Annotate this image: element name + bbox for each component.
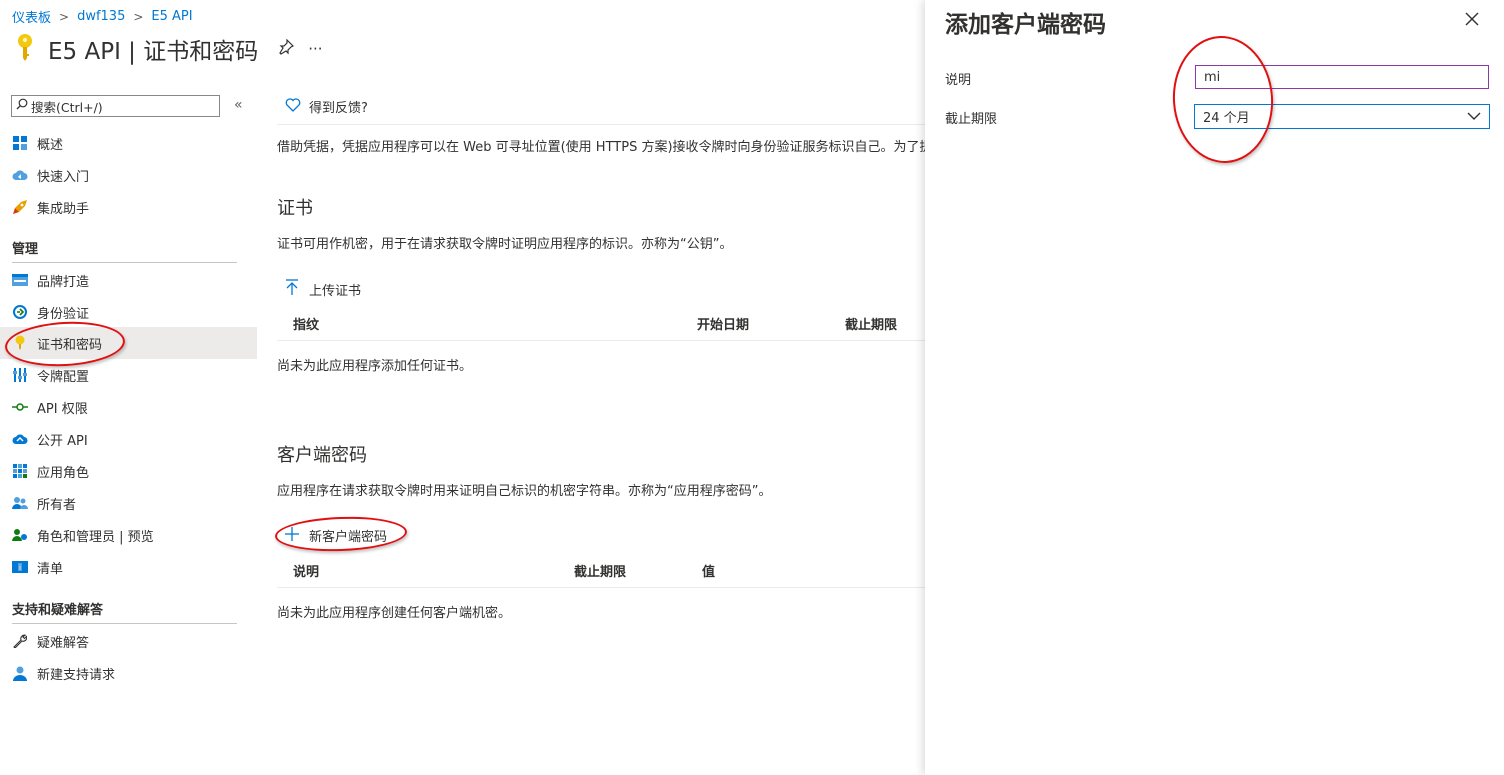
sidebar-item-token-configuration[interactable]: 令牌配置 (0, 359, 257, 391)
column-expires: 截止期限 (574, 565, 627, 580)
branding-icon (12, 272, 28, 288)
feedback-label: 得到反馈? (309, 101, 368, 116)
sidebar-item-quickstart[interactable]: 快速入门 (0, 159, 257, 191)
chevron-down-icon (1467, 109, 1481, 124)
certificates-description: 证书可用作机密，用于在请求获取令牌时证明应用程序的标识。亦称为“公钥”。 (277, 237, 733, 252)
certificates-heading: 证书 (277, 198, 313, 219)
column-start-date: 开始日期 (697, 318, 750, 333)
support-person-icon (12, 665, 28, 681)
key-icon (12, 335, 28, 351)
heart-icon (285, 97, 301, 116)
new-client-secret-button[interactable]: 新客户端密码 (285, 526, 387, 545)
page-header: E5 API | 证书和密码 ··· (12, 32, 323, 66)
expiry-selected-value: 24 个月 (1203, 111, 1250, 126)
client-secrets-description: 应用程序在请求获取令牌时用来证明自己标识的机密字符串。亦称为“应用程序密码”。 (277, 484, 772, 499)
breadcrumb-tenant[interactable]: dwf135 (77, 9, 125, 24)
app-roles-icon (12, 463, 28, 479)
column-value: 值 (702, 565, 716, 580)
breadcrumb: 仪表板 > dwf135 > E5 API (12, 7, 193, 26)
column-thumbprint: 指纹 (293, 318, 320, 333)
sidebar-search-input[interactable]: 搜索(Ctrl+/) (11, 95, 220, 117)
authentication-icon (12, 304, 28, 320)
column-description: 说明 (293, 565, 320, 580)
divider (12, 623, 237, 624)
more-options-icon[interactable]: ··· (308, 40, 322, 58)
upload-certificate-label: 上传证书 (309, 283, 362, 299)
sidebar-item-owners[interactable]: 所有者 (0, 487, 257, 519)
sidebar-item-app-roles[interactable]: 应用角色 (0, 455, 257, 487)
sidebar-item-branding[interactable]: 品牌打造 (0, 264, 257, 296)
divider (12, 262, 237, 263)
column-expires: 截止期限 (845, 318, 898, 333)
cloud-icon (12, 431, 28, 447)
key-icon (12, 32, 38, 66)
sidebar-item-api-permissions[interactable]: API 权限 (0, 391, 257, 423)
plus-icon (285, 526, 299, 545)
sidebar-item-integration-assistant[interactable]: 集成助手 (0, 191, 257, 223)
chevron-right-icon: > (133, 9, 144, 24)
feedback-button[interactable]: 得到反馈? (285, 97, 368, 116)
pin-icon[interactable] (278, 38, 295, 59)
section-support: 支持和疑难解答 (12, 603, 104, 618)
manifest-icon: i (12, 559, 28, 575)
sidebar-item-roles-admins[interactable]: 角色和管理员 | 预览 (0, 519, 257, 551)
chevron-right-icon: > (59, 9, 70, 24)
search-icon (16, 98, 28, 114)
users-icon (12, 495, 28, 511)
divider (277, 587, 925, 588)
breadcrumb-app[interactable]: E5 API (151, 9, 192, 24)
expiry-label: 截止期限 (945, 112, 998, 127)
description-input[interactable] (1195, 65, 1489, 89)
sidebar-item-expose-api[interactable]: 公开 API (0, 423, 257, 455)
sidebar-item-manifest[interactable]: i 清单 (0, 551, 257, 583)
section-manage: 管理 (12, 242, 39, 257)
new-client-secret-label: 新客户端密码 (309, 530, 388, 545)
token-config-icon (12, 367, 28, 383)
divider (277, 340, 925, 341)
upload-icon (285, 279, 299, 299)
intro-text: 借助凭据，凭据应用程序可以在 Web 可寻址位置(使用 HTTPS 方案)接收令… (277, 140, 925, 155)
sidebar-item-new-support-request[interactable]: 新建支持请求 (0, 657, 257, 689)
collapse-sidebar-icon[interactable]: « (234, 97, 243, 113)
expiry-dropdown[interactable]: 24 个月 (1194, 104, 1490, 129)
api-permissions-icon (12, 399, 28, 415)
sidebar-item-troubleshooting[interactable]: 疑难解答 (0, 625, 257, 657)
grid-icon (12, 135, 28, 151)
sidebar-item-overview[interactable]: 概述 (0, 127, 257, 159)
wrench-icon (12, 633, 28, 649)
client-secrets-empty: 尚未为此应用程序创建任何客户端机密。 (277, 606, 512, 621)
search-placeholder: 搜索(Ctrl+/) (31, 99, 103, 115)
panel-title: 添加客户端密码 (945, 12, 1106, 38)
page-title: E5 API | 证书和密码 (48, 39, 259, 65)
sidebar-item-authentication[interactable]: 身份验证 (0, 296, 257, 328)
divider (277, 124, 925, 125)
breadcrumb-dashboard[interactable]: 仪表板 (12, 7, 51, 26)
svg-text:i: i (19, 564, 21, 572)
rocket-icon (12, 199, 28, 215)
upload-certificate-button[interactable]: 上传证书 (285, 279, 361, 299)
roles-admins-icon (12, 527, 28, 543)
sidebar-item-certificates-secrets[interactable]: 证书和密码 (0, 327, 257, 359)
add-client-secret-panel: 添加客户端密码 说明 截止期限 24 个月 (925, 0, 1504, 775)
cloud-icon (12, 167, 28, 183)
client-secrets-heading: 客户端密码 (277, 445, 367, 466)
description-label: 说明 (945, 73, 972, 88)
certificates-empty: 尚未为此应用程序添加任何证书。 (277, 359, 473, 374)
close-icon[interactable] (1465, 10, 1479, 31)
